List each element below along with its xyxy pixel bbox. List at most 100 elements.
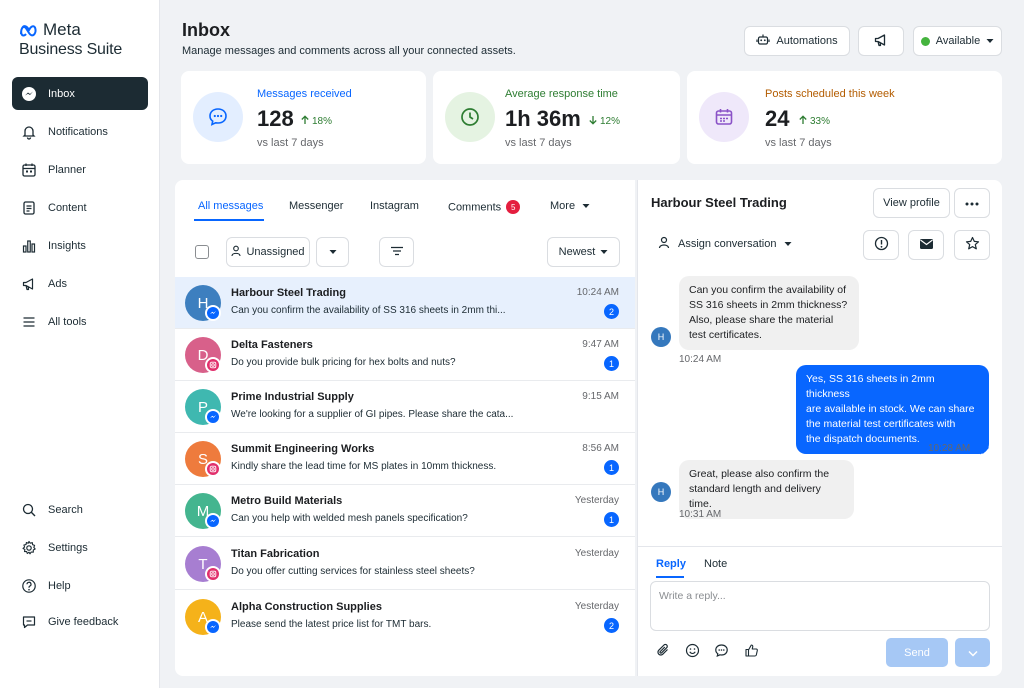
conversation-row[interactable]: A Alpha Construction Supplies Please sen…	[175, 591, 635, 643]
more-dots-icon	[965, 197, 979, 209]
sort-label: Newest	[558, 246, 596, 258]
select-all-checkbox[interactable]	[195, 245, 209, 259]
feedback-icon	[20, 613, 38, 631]
sidebar-item-label: Search	[48, 503, 83, 516]
star-icon	[965, 236, 980, 254]
arrow-up-icon	[798, 115, 808, 128]
stat-change-value: 12%	[600, 116, 621, 127]
sidebar-item-label: All tools	[48, 315, 87, 328]
sidebar-item-content[interactable]: Content	[12, 191, 148, 224]
sidebar-item-label: Help	[48, 579, 71, 592]
sidebar-item-give-feedback[interactable]: Give feedback	[12, 605, 148, 638]
unread-count-badge: 1	[604, 512, 619, 527]
stat-foot: vs last 7 days	[505, 137, 572, 149]
unassigned-filter-button[interactable]: Unassigned	[226, 237, 310, 267]
send-options-button[interactable]	[955, 638, 990, 667]
tab-messenger[interactable]: Messenger	[289, 200, 343, 212]
paperclip-icon[interactable]	[654, 641, 672, 659]
availability-status-dropdown[interactable]: Available	[913, 26, 1002, 56]
tab-comments[interactable]: Comments 5	[448, 200, 521, 214]
conversation-row[interactable]: S Summit Engineering Works Kindly share …	[175, 433, 635, 485]
reply-area: Reply Note Write a reply... Send	[638, 546, 1002, 676]
calendar-icon	[699, 92, 749, 142]
sidebar-item-insights[interactable]: Insights	[12, 229, 148, 262]
star-button[interactable]	[954, 230, 990, 260]
unread-count-badge: 1	[604, 460, 619, 475]
status-dot-icon	[920, 36, 930, 46]
message-line: Also, please share the material	[689, 314, 834, 326]
chevron-down-icon	[329, 246, 337, 258]
row-preview: Please send the latest price list for TM…	[231, 619, 432, 630]
stat-label: Messages received	[257, 88, 352, 100]
sidebar-item-planner[interactable]: Planner	[12, 153, 148, 186]
menu-icon	[20, 313, 38, 331]
sort-dropdown[interactable]: Newest	[547, 237, 620, 267]
chevron-down-icon	[784, 238, 792, 250]
messenger-badge-icon	[205, 409, 221, 425]
stat-value: 24	[765, 106, 790, 131]
message-time: 10:24 AM	[679, 354, 722, 365]
row-name: Prime Industrial Supply	[231, 391, 354, 403]
conversation-row[interactable]: M Metro Build Materials Can you help wit…	[175, 485, 635, 537]
message-line: SS 316 sheets in 2mm thickness?	[689, 299, 848, 311]
assign-conversation-dropdown[interactable]: Assign conversation	[658, 236, 792, 252]
sidebar-item-all-tools[interactable]: All tools	[12, 305, 148, 338]
unread-count-badge: 2	[604, 618, 619, 633]
row-preview: Do you provide bulk pricing for hex bolt…	[231, 357, 456, 368]
sidebar-item-settings[interactable]: Settings	[12, 531, 148, 564]
tab-all-messages[interactable]: All messages	[198, 200, 263, 212]
alert-circle-icon	[874, 236, 889, 254]
status-label: Available	[935, 35, 981, 47]
more-options-button[interactable]	[954, 188, 990, 218]
tab-reply[interactable]: Reply	[656, 558, 686, 570]
stat-change: 18%	[300, 115, 332, 128]
stat-change: 33%	[798, 115, 830, 128]
stat-label: Posts scheduled this week	[765, 88, 895, 100]
messenger-badge-icon	[205, 305, 221, 321]
person-icon	[658, 236, 670, 252]
active-tab-indicator	[194, 219, 264, 221]
view-profile-button[interactable]: View profile	[873, 188, 950, 218]
sidebar-item-label: Inbox	[48, 87, 75, 100]
document-icon	[20, 199, 38, 217]
meta-business-suite-logo[interactable]: Meta Business Suite	[19, 20, 122, 59]
double-check-icon	[977, 444, 990, 458]
sidebar-item-label: Content	[48, 201, 87, 214]
brand-meta: Meta	[43, 20, 81, 39]
emoji-icon[interactable]	[683, 641, 701, 659]
row-name: Delta Fasteners	[231, 339, 313, 351]
arrow-up-icon	[300, 115, 310, 128]
sidebar-item-label: Planner	[48, 163, 86, 176]
conversation-row[interactable]: H Harbour Steel Trading Can you confirm …	[175, 277, 635, 329]
unassigned-dropdown-button[interactable]	[316, 237, 349, 267]
tab-instagram[interactable]: Instagram	[370, 200, 419, 212]
send-button[interactable]: Send	[886, 638, 948, 667]
announcements-button[interactable]	[858, 26, 904, 56]
message-line: Yes, SS 316 sheets in 2mm thickness	[806, 373, 935, 400]
filter-button[interactable]	[379, 237, 414, 267]
reply-input[interactable]: Write a reply...	[650, 581, 990, 631]
page-subtitle: Manage messages and comments across all …	[182, 45, 516, 57]
sender-avatar: H	[651, 482, 671, 502]
stat-foot: vs last 7 days	[765, 137, 832, 149]
automations-button[interactable]: Automations	[744, 26, 850, 56]
conversation-row[interactable]: P Prime Industrial Supply We're looking …	[175, 381, 635, 433]
saved-reply-icon[interactable]	[712, 641, 730, 659]
sidebar-item-help[interactable]: Help	[12, 569, 148, 602]
sidebar-item-notifications[interactable]: Notifications	[12, 115, 148, 148]
conversation-row[interactable]: T Titan Fabrication Do you offer cutting…	[175, 538, 635, 590]
sidebar-item-label: Settings	[48, 541, 88, 554]
chevron-down-icon	[582, 200, 590, 212]
conversation-row[interactable]: D Delta Fasteners Do you provide bulk pr…	[175, 329, 635, 381]
sidebar-item-search[interactable]: Search	[12, 493, 148, 526]
sidebar-item-inbox[interactable]: Inbox	[12, 77, 148, 110]
tab-note[interactable]: Note	[704, 558, 727, 570]
mark-unread-button[interactable]	[908, 230, 944, 260]
tab-more[interactable]: More	[550, 200, 590, 212]
thumbs-up-icon[interactable]	[742, 641, 760, 659]
search-icon	[20, 501, 38, 519]
row-name: Harbour Steel Trading	[231, 287, 346, 299]
comments-count-badge: 5	[506, 200, 521, 214]
sidebar-item-ads[interactable]: Ads	[12, 267, 148, 300]
mark-spam-button[interactable]	[863, 230, 899, 260]
